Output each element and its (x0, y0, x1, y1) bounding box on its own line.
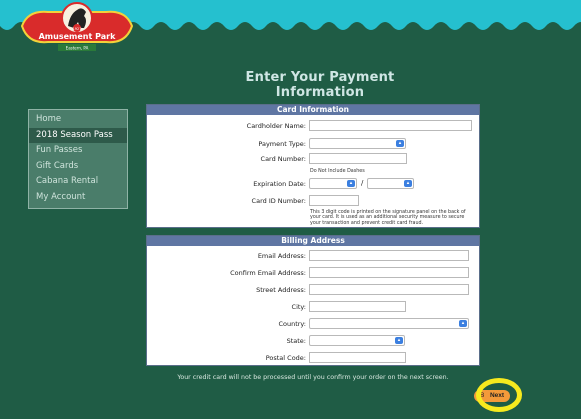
expiration-row: Expiration Date: ▴ / ▴ (147, 178, 481, 190)
cardholder-label: Cardholder Name: (246, 122, 306, 130)
select-arrow-icon: ▴ (347, 180, 355, 187)
sidebar-item-cabana-rental[interactable]: Cabana Rental (29, 174, 127, 190)
card-number-row: Card Number: (147, 153, 481, 165)
country-row: Country: ▴ (147, 318, 481, 330)
postal-row: Postal Code: (147, 352, 481, 364)
card-number-label: Card Number: (260, 155, 306, 163)
sidebar-item-gift-cards[interactable]: Gift Cards (29, 159, 127, 175)
street-row: Street Address: (147, 284, 481, 296)
confirm-email-row: Confirm Email Address: (147, 267, 481, 279)
street-label: Street Address: (256, 286, 306, 294)
payment-notice: Your credit card will not be processed u… (177, 374, 449, 381)
select-arrow-icon: ▴ (395, 337, 403, 344)
expiration-separator: / (361, 179, 364, 187)
card-number-hint: Do Not Include Dashes (310, 169, 365, 174)
billing-address-heading: Billing Address (147, 236, 479, 246)
state-select[interactable]: ▴ (309, 335, 405, 346)
country-label: Country: (278, 320, 306, 328)
sidebar-item-home[interactable]: Home (29, 112, 127, 128)
card-id-hint: This 3 digit code is printed on the sign… (310, 210, 466, 226)
select-arrow-icon: ▴ (396, 140, 404, 147)
payment-type-row: Payment Type: ▴ (147, 138, 481, 150)
sidebar-nav: Home 2018 Season Pass Fun Passes Gift Ca… (28, 109, 128, 209)
card-information-heading: Card Information (147, 105, 479, 115)
country-select[interactable]: ▴ (309, 318, 469, 329)
expiration-month-select[interactable]: ▴ (309, 178, 357, 189)
cardholder-name-input[interactable] (309, 120, 472, 131)
card-number-input[interactable] (309, 153, 407, 164)
confirm-email-label: Confirm Email Address: (230, 269, 306, 277)
card-id-row: Card ID Number: (147, 195, 481, 207)
state-label: State: (286, 337, 306, 345)
state-row: State: ▴ (147, 335, 481, 347)
sidebar-item-season-pass[interactable]: 2018 Season Pass (29, 127, 127, 143)
expiration-year-select[interactable]: ▴ (367, 178, 414, 189)
cardholder-row: Cardholder Name: (147, 120, 481, 132)
park-logo[interactable]: 1927 Amusement Park Eastern, PA (18, 0, 136, 58)
billing-address-panel: Billing Address Email Address: Confirm E… (146, 235, 480, 366)
confirm-email-input[interactable] (309, 267, 469, 278)
select-arrow-icon: ▴ (459, 320, 467, 327)
logo-subtext: Eastern, PA (66, 46, 89, 51)
payment-type-label: Payment Type: (258, 140, 306, 148)
email-input[interactable] (309, 250, 469, 261)
city-label: City: (291, 303, 306, 311)
city-row: City: (147, 301, 481, 313)
city-input[interactable] (309, 301, 406, 312)
logo-text: Amusement Park (39, 32, 116, 41)
card-id-input[interactable] (309, 195, 359, 206)
card-id-label: Card ID Number: (251, 197, 306, 205)
logo-year: 1927 (73, 27, 82, 31)
payment-type-select[interactable]: ▴ (309, 138, 406, 149)
postal-label: Postal Code: (265, 354, 306, 362)
sidebar-item-fun-passes[interactable]: Fun Passes (29, 143, 127, 159)
card-information-panel: Card Information Cardholder Name: Paymen… (146, 104, 480, 228)
sidebar-item-my-account[interactable]: My Account (29, 190, 127, 206)
highlight-ring (476, 378, 522, 412)
select-arrow-icon: ▴ (404, 180, 412, 187)
page-title: Enter Your Payment Information (245, 70, 395, 100)
postal-code-input[interactable] (309, 352, 406, 363)
expiration-label: Expiration Date: (253, 180, 306, 188)
email-label: Email Address: (257, 252, 306, 260)
street-address-input[interactable] (309, 284, 469, 295)
email-row: Email Address: (147, 250, 481, 262)
